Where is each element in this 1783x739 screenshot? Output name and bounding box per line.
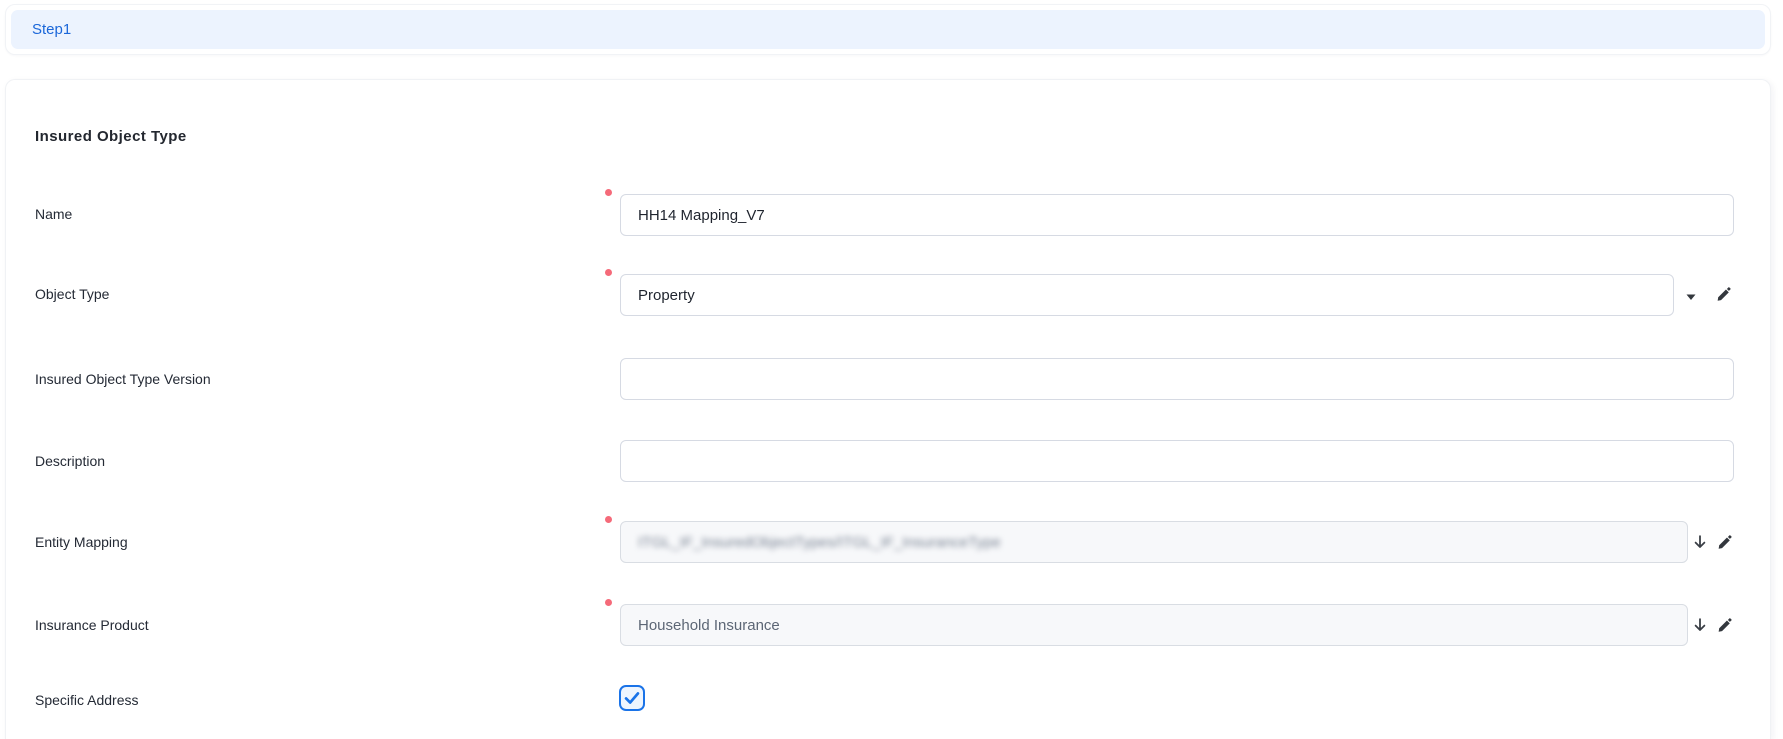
section-title: Insured Object Type bbox=[35, 128, 187, 145]
insured-object-type-card: Insured Object Type Name Object Type Ins… bbox=[5, 79, 1771, 739]
arrow-down-icon bbox=[1692, 617, 1708, 633]
step-tab-strip: Step1 bbox=[5, 4, 1771, 55]
checkmark-icon bbox=[622, 688, 642, 708]
pencil-edit-icon bbox=[1716, 534, 1733, 551]
insurance-product-label: Insurance Product bbox=[35, 616, 149, 634]
insured-object-type-version-input[interactable] bbox=[620, 358, 1734, 400]
arrow-down-icon bbox=[1692, 534, 1708, 550]
entity-mapping-required-dot bbox=[605, 516, 612, 523]
specific-address-checkbox[interactable] bbox=[619, 685, 645, 711]
insurance-product-value: Household Insurance bbox=[638, 617, 780, 634]
tab-step1-label: Step1 bbox=[32, 21, 71, 38]
object-type-edit-button[interactable] bbox=[1712, 283, 1734, 305]
entity-mapping-label: Entity Mapping bbox=[35, 533, 128, 551]
insurance-product-download-button[interactable] bbox=[1689, 614, 1711, 636]
pencil-edit-icon bbox=[1715, 286, 1732, 303]
version-label: Insured Object Type Version bbox=[35, 370, 211, 388]
entity-mapping-field[interactable]: ITGL_IF_InsuredObjectTypes/ITGL_IF_Insur… bbox=[620, 521, 1688, 563]
object-type-dropdown-button[interactable] bbox=[1680, 286, 1702, 308]
name-required-dot bbox=[605, 189, 612, 196]
entity-mapping-value: ITGL_IF_InsuredObjectTypes/ITGL_IF_Insur… bbox=[638, 534, 1001, 551]
insurance-product-required-dot bbox=[605, 599, 612, 606]
description-label: Description bbox=[35, 452, 105, 470]
object-type-required-dot bbox=[605, 269, 612, 276]
entity-mapping-edit-button[interactable] bbox=[1713, 531, 1735, 553]
caret-down-icon bbox=[1685, 291, 1697, 303]
name-input[interactable] bbox=[620, 194, 1734, 236]
object-type-input[interactable] bbox=[620, 274, 1674, 316]
insurance-product-edit-button[interactable] bbox=[1713, 614, 1735, 636]
insurance-product-field[interactable]: Household Insurance bbox=[620, 604, 1688, 646]
name-label: Name bbox=[35, 205, 72, 223]
specific-address-label: Specific Address bbox=[35, 691, 139, 709]
pencil-edit-icon bbox=[1716, 617, 1733, 634]
object-type-label: Object Type bbox=[35, 285, 109, 303]
entity-mapping-download-button[interactable] bbox=[1689, 531, 1711, 553]
tab-step1[interactable]: Step1 bbox=[11, 10, 1765, 49]
description-input[interactable] bbox=[620, 440, 1734, 482]
